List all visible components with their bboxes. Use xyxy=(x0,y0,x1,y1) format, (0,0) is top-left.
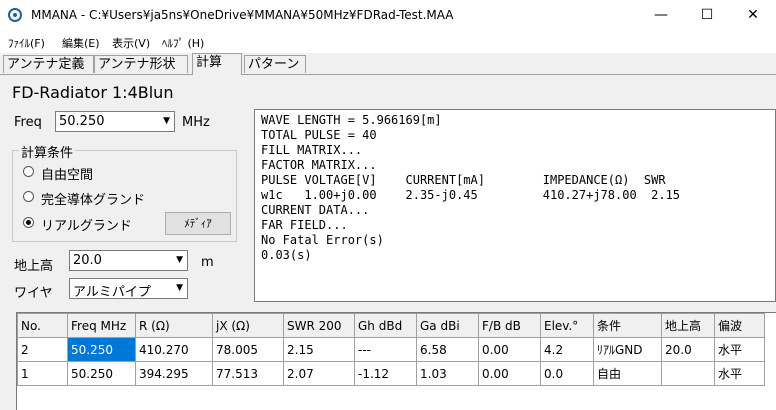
col-header-swr[interactable]: SWR 200 xyxy=(283,313,355,338)
height-unit: m xyxy=(201,255,214,270)
menu-bar: ﾌｧｲﾙ(F) 編集(E) 表示(V) ﾍﾙﾌﾟ (H) xyxy=(0,31,776,53)
col-header-no[interactable]: No. xyxy=(17,313,68,338)
tab-calculation[interactable]: 計算 xyxy=(192,53,242,75)
table-cell[interactable]: -1.12 xyxy=(354,361,417,386)
media-button[interactable]: ﾒﾃﾞｨｱ xyxy=(165,212,231,235)
freq-label: Freq xyxy=(14,115,42,130)
title-bar: MMANA - C:¥Users¥ja5ns¥OneDrive¥MMANA¥50… xyxy=(0,0,776,31)
col-header-elev[interactable]: Elev.° xyxy=(540,313,594,338)
output-line: WAVE LENGTH = 5.966169[m] xyxy=(261,113,442,127)
table-cell[interactable]: 自由 xyxy=(593,361,662,386)
col-header-jx[interactable]: jX (Ω) xyxy=(212,313,284,338)
radio-free-space-label: 自由空間 xyxy=(41,168,94,183)
output-line: 0.03(s) xyxy=(261,248,312,262)
freq-combo[interactable]: 50.250 ▼ xyxy=(55,111,175,132)
col-header-polarization[interactable]: 偏波 xyxy=(714,313,765,338)
mmana-app-icon xyxy=(8,8,22,22)
height-value: 20.0 xyxy=(73,253,102,268)
output-line: w1c 1.00+j0.00 2.35-j0.45 410.27+j78.00 … xyxy=(261,188,681,202)
table-cell[interactable]: 1.03 xyxy=(416,361,479,386)
col-header-r[interactable]: R (Ω) xyxy=(135,313,213,338)
table-cell[interactable]: 410.270 xyxy=(135,337,213,362)
minimize-button[interactable]: — xyxy=(638,0,684,31)
col-header-height[interactable]: 地上高 xyxy=(661,313,715,338)
table-cell[interactable]: 0.00 xyxy=(478,361,541,386)
radio-perfect-ground-label: 完全導体グランド xyxy=(41,193,146,208)
chevron-down-icon: ▼ xyxy=(163,116,170,126)
results-grid[interactable]: No. Freq MHz R (Ω) jX (Ω) SWR 200 Gh dBd… xyxy=(16,312,776,410)
menu-help[interactable]: ﾍﾙﾌﾟ (H) xyxy=(162,35,204,51)
tab-pattern[interactable]: パターン xyxy=(244,55,306,73)
col-header-condition[interactable]: 条件 xyxy=(593,313,662,338)
close-icon: ✕ xyxy=(747,7,759,23)
results-table: No. Freq MHz R (Ω) jX (Ω) SWR 200 Gh dBd… xyxy=(17,313,765,386)
chevron-down-icon: ▼ xyxy=(176,283,183,293)
output-line: CURRENT DATA... xyxy=(261,203,370,217)
wire-value: アルミパイプ xyxy=(73,285,151,300)
output-line: No Fatal Error(s) xyxy=(261,233,384,247)
table-cell[interactable]: 2.15 xyxy=(283,337,355,362)
table-cell[interactable]: 1 xyxy=(17,361,68,386)
menu-view[interactable]: 表示(V) xyxy=(112,35,150,51)
table-cell[interactable]: 394.295 xyxy=(135,361,213,386)
menu-edit[interactable]: 編集(E) xyxy=(62,35,100,51)
calc-conditions-legend: 計算条件 xyxy=(19,142,76,161)
table-cell-selected[interactable]: 50.250 xyxy=(67,337,136,362)
col-header-gh[interactable]: Gh dBd xyxy=(354,313,417,338)
table-cell[interactable]: 4.2 xyxy=(540,337,594,362)
output-line: PULSE VOLTAGE[V] CURRENT[mA] IMPEDANCE(Ω… xyxy=(261,173,666,187)
tab-antenna-definition[interactable]: アンテナ定義 xyxy=(3,55,94,73)
wire-combo[interactable]: アルミパイプ ▼ xyxy=(69,278,188,300)
table-row[interactable]: 1 50.250 394.295 77.513 2.07 -1.12 1.03 … xyxy=(17,361,765,386)
table-cell[interactable]: 水平 xyxy=(714,337,765,362)
maximize-icon: ☐ xyxy=(700,7,714,23)
table-cell[interactable] xyxy=(661,361,715,386)
radio-circle-icon xyxy=(23,191,34,202)
output-line: FAR FIELD... xyxy=(261,218,348,232)
table-cell[interactable]: 77.513 xyxy=(212,361,284,386)
radio-selected-icon xyxy=(23,217,34,228)
height-label: 地上高 xyxy=(14,259,54,274)
col-header-freq[interactable]: Freq MHz xyxy=(67,313,136,338)
table-cell[interactable]: --- xyxy=(354,337,417,362)
table-cell[interactable]: 水平 xyxy=(714,361,765,386)
tab-antenna-shape[interactable]: アンテナ形状 xyxy=(94,55,188,73)
col-header-ga[interactable]: Ga dBi xyxy=(416,313,479,338)
table-header-row: No. Freq MHz R (Ω) jX (Ω) SWR 200 Gh dBd… xyxy=(17,313,765,338)
window-title: MMANA - C:¥Users¥ja5ns¥OneDrive¥MMANA¥50… xyxy=(31,8,454,22)
table-row[interactable]: 2 50.250 410.270 78.005 2.15 --- 6.58 0.… xyxy=(17,337,765,362)
radio-real-ground-label: リアルグランド xyxy=(41,219,132,234)
chevron-down-icon: ▼ xyxy=(176,255,183,265)
table-cell[interactable]: ﾘｱﾙGND xyxy=(593,337,662,362)
table-cell[interactable]: 0.0 xyxy=(540,361,594,386)
table-cell[interactable]: 78.005 xyxy=(212,337,284,362)
calc-output-textarea[interactable]: WAVE LENGTH = 5.966169[m] TOTAL PULSE = … xyxy=(254,109,776,302)
table-cell[interactable]: 20.0 xyxy=(661,337,715,362)
col-header-fb[interactable]: F/B dB xyxy=(478,313,541,338)
radio-circle-icon xyxy=(23,166,34,177)
output-line: FILL MATRIX... xyxy=(261,143,363,157)
wire-label: ワイヤ xyxy=(14,286,53,301)
table-cell[interactable]: 50.250 xyxy=(67,361,136,386)
freq-unit: MHz xyxy=(182,115,210,130)
close-button[interactable]: ✕ xyxy=(730,0,776,31)
minimize-icon: — xyxy=(654,7,668,23)
table-cell[interactable]: 2.07 xyxy=(283,361,355,386)
table-cell[interactable]: 0.00 xyxy=(478,337,541,362)
output-line: FACTOR MATRIX... xyxy=(261,158,377,172)
tab-bar: アンテナ定義 アンテナ形状 計算 パターン xyxy=(0,53,776,75)
calc-conditions-group: 計算条件 自由空間 完全導体グランド リアルグランド ﾒﾃﾞｨｱ xyxy=(12,142,237,242)
table-cell[interactable]: 2 xyxy=(17,337,68,362)
menu-file[interactable]: ﾌｧｲﾙ(F) xyxy=(8,35,45,51)
output-line: TOTAL PULSE = 40 xyxy=(261,128,377,142)
height-combo[interactable]: 20.0 ▼ xyxy=(69,250,188,271)
freq-value: 50.250 xyxy=(59,114,105,129)
table-cell[interactable]: 6.58 xyxy=(416,337,479,362)
maximize-button[interactable]: ☐ xyxy=(684,0,730,31)
model-name: FD-Radiator 1:4Blun xyxy=(12,83,174,102)
